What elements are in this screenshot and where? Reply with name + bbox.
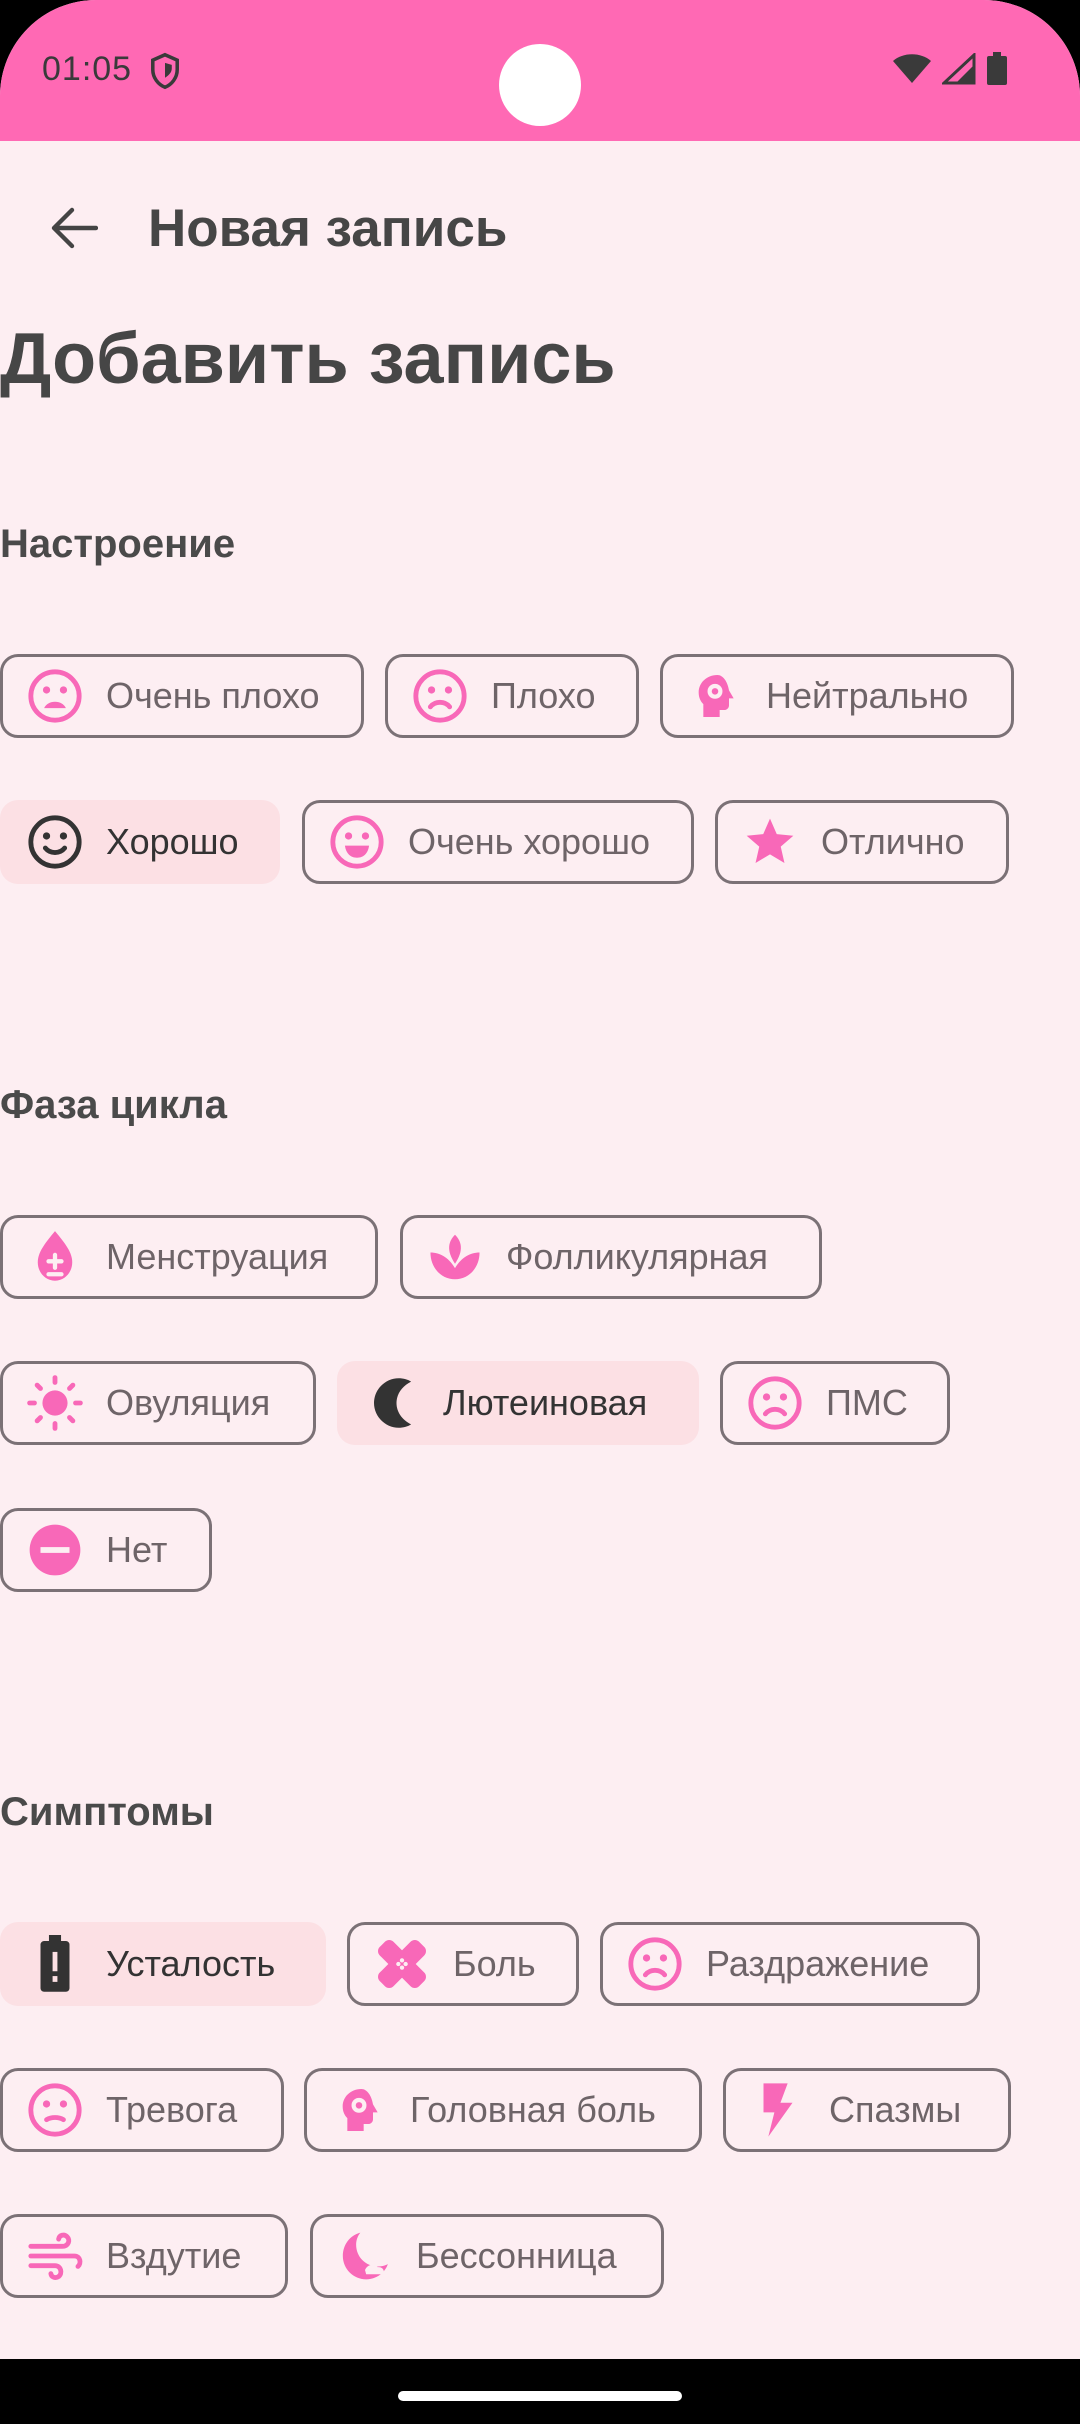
- phase-chip-ovulation[interactable]: Овуляция: [0, 1361, 316, 1445]
- chip-label: Нет: [106, 1529, 168, 1570]
- bedtime-icon: [335, 2226, 395, 2286]
- shield-icon: [151, 52, 179, 90]
- symptom-chip-anxiety[interactable]: Тревога: [0, 2068, 284, 2152]
- mood-chip-very-good[interactable]: Очень хорошо: [302, 800, 694, 884]
- chip-label: Бессонница: [416, 2235, 617, 2276]
- chip-label: Отлично: [821, 821, 965, 862]
- navigation-bar: [0, 2359, 1080, 2424]
- head-gear-icon: [685, 666, 745, 726]
- sad-face-icon: [625, 1934, 685, 1994]
- symptom-chip-insomnia[interactable]: Бессонница: [310, 2214, 664, 2298]
- mood-chip-good[interactable]: Хорошо: [0, 800, 280, 884]
- phase-chip-luteal[interactable]: Лютеиновая: [337, 1361, 699, 1445]
- status-icons: [892, 52, 1008, 86]
- chip-label: Усталость: [106, 1943, 276, 1984]
- chip-label: Менструация: [106, 1236, 329, 1277]
- chip-label: Очень хорошо: [408, 821, 650, 862]
- chip-label: Хорошо: [106, 821, 239, 862]
- chip-label: Головная боль: [410, 2089, 656, 2130]
- status-bar: 01:05: [0, 0, 1080, 141]
- app-bar: Новая запись: [0, 180, 1080, 276]
- chip-label: Раздражение: [706, 1943, 930, 1984]
- phase-chip-none[interactable]: Нет: [0, 1508, 212, 1592]
- neutral-face-icon: [25, 2080, 85, 2140]
- chip-label: Плохо: [491, 675, 596, 716]
- screen: 01:05 Новая запись Добавить запись Настр…: [0, 0, 1080, 2424]
- battery-icon: [987, 52, 1007, 85]
- lightning-icon: [748, 2080, 808, 2140]
- symptom-chip-irritation[interactable]: Раздражение: [600, 1922, 980, 2006]
- camera-cutout: [499, 44, 581, 126]
- symptom-chip-bloating[interactable]: Вздутие: [0, 2214, 288, 2298]
- symptoms-section-label: Симптомы: [0, 1790, 214, 1834]
- mood-chip-very-bad[interactable]: Очень плохо: [0, 654, 364, 738]
- sad-face-icon: [745, 1373, 805, 1433]
- phase-section-label: Фаза цикла: [0, 1083, 227, 1127]
- status-time: 01:05: [42, 50, 133, 88]
- wifi-icon: [893, 54, 931, 83]
- home-gesture-handle[interactable]: [398, 2391, 682, 2401]
- phase-chip-pms[interactable]: ПМС: [720, 1361, 950, 1445]
- symptom-chip-headache[interactable]: Головная боль: [304, 2068, 702, 2152]
- happy-face-icon: [327, 812, 387, 872]
- back-button[interactable]: [38, 196, 110, 260]
- phase-chip-follicular[interactable]: Фолликулярная: [400, 1215, 822, 1299]
- mood-section-label: Настроение: [0, 522, 236, 566]
- page-title: Добавить запись: [0, 319, 616, 399]
- moon-icon: [362, 1373, 422, 1433]
- chip-label: Овуляция: [106, 1382, 271, 1423]
- symptom-chip-pain[interactable]: Боль: [347, 1922, 579, 2006]
- chip-label: Нейтрально: [766, 675, 969, 716]
- minus-circle-icon: [25, 1520, 85, 1580]
- symptom-chip-cramps[interactable]: Спазмы: [723, 2068, 1011, 2152]
- mood-chip-excellent[interactable]: Отлично: [715, 800, 1009, 884]
- symptom-chip-fatigue[interactable]: Усталость: [0, 1922, 326, 2006]
- very-sad-face-icon: [25, 666, 85, 726]
- head-gear-icon: [329, 2080, 389, 2140]
- battery-alert-icon: [25, 1934, 85, 1994]
- chip-label: Тревога: [106, 2089, 238, 2130]
- arrow-back-icon: [51, 207, 98, 249]
- star-icon: [740, 812, 800, 872]
- lotus-icon: [425, 1227, 485, 1287]
- chip-label: Фолликулярная: [506, 1236, 769, 1277]
- chip-label: Боль: [453, 1943, 536, 1984]
- drop-icon: [25, 1227, 85, 1287]
- chip-label: Вздутие: [106, 2235, 242, 2276]
- chip-label: Лютеиновая: [443, 1382, 648, 1423]
- app-bar-title: Новая запись: [148, 199, 508, 258]
- mood-chip-neutral[interactable]: Нейтрально: [660, 654, 1014, 738]
- signal-icon: [942, 53, 976, 85]
- mood-chip-bad[interactable]: Плохо: [385, 654, 639, 738]
- sun-icon: [25, 1373, 85, 1433]
- phase-chip-menstruation[interactable]: Менструация: [0, 1215, 378, 1299]
- chip-label: Очень плохо: [106, 675, 320, 716]
- wind-icon: [25, 2226, 85, 2286]
- smile-face-icon: [25, 812, 85, 872]
- bandage-icon: [372, 1934, 432, 1994]
- chip-label: ПМС: [826, 1382, 908, 1423]
- sad-face-icon: [410, 666, 470, 726]
- chip-label: Спазмы: [829, 2089, 962, 2130]
